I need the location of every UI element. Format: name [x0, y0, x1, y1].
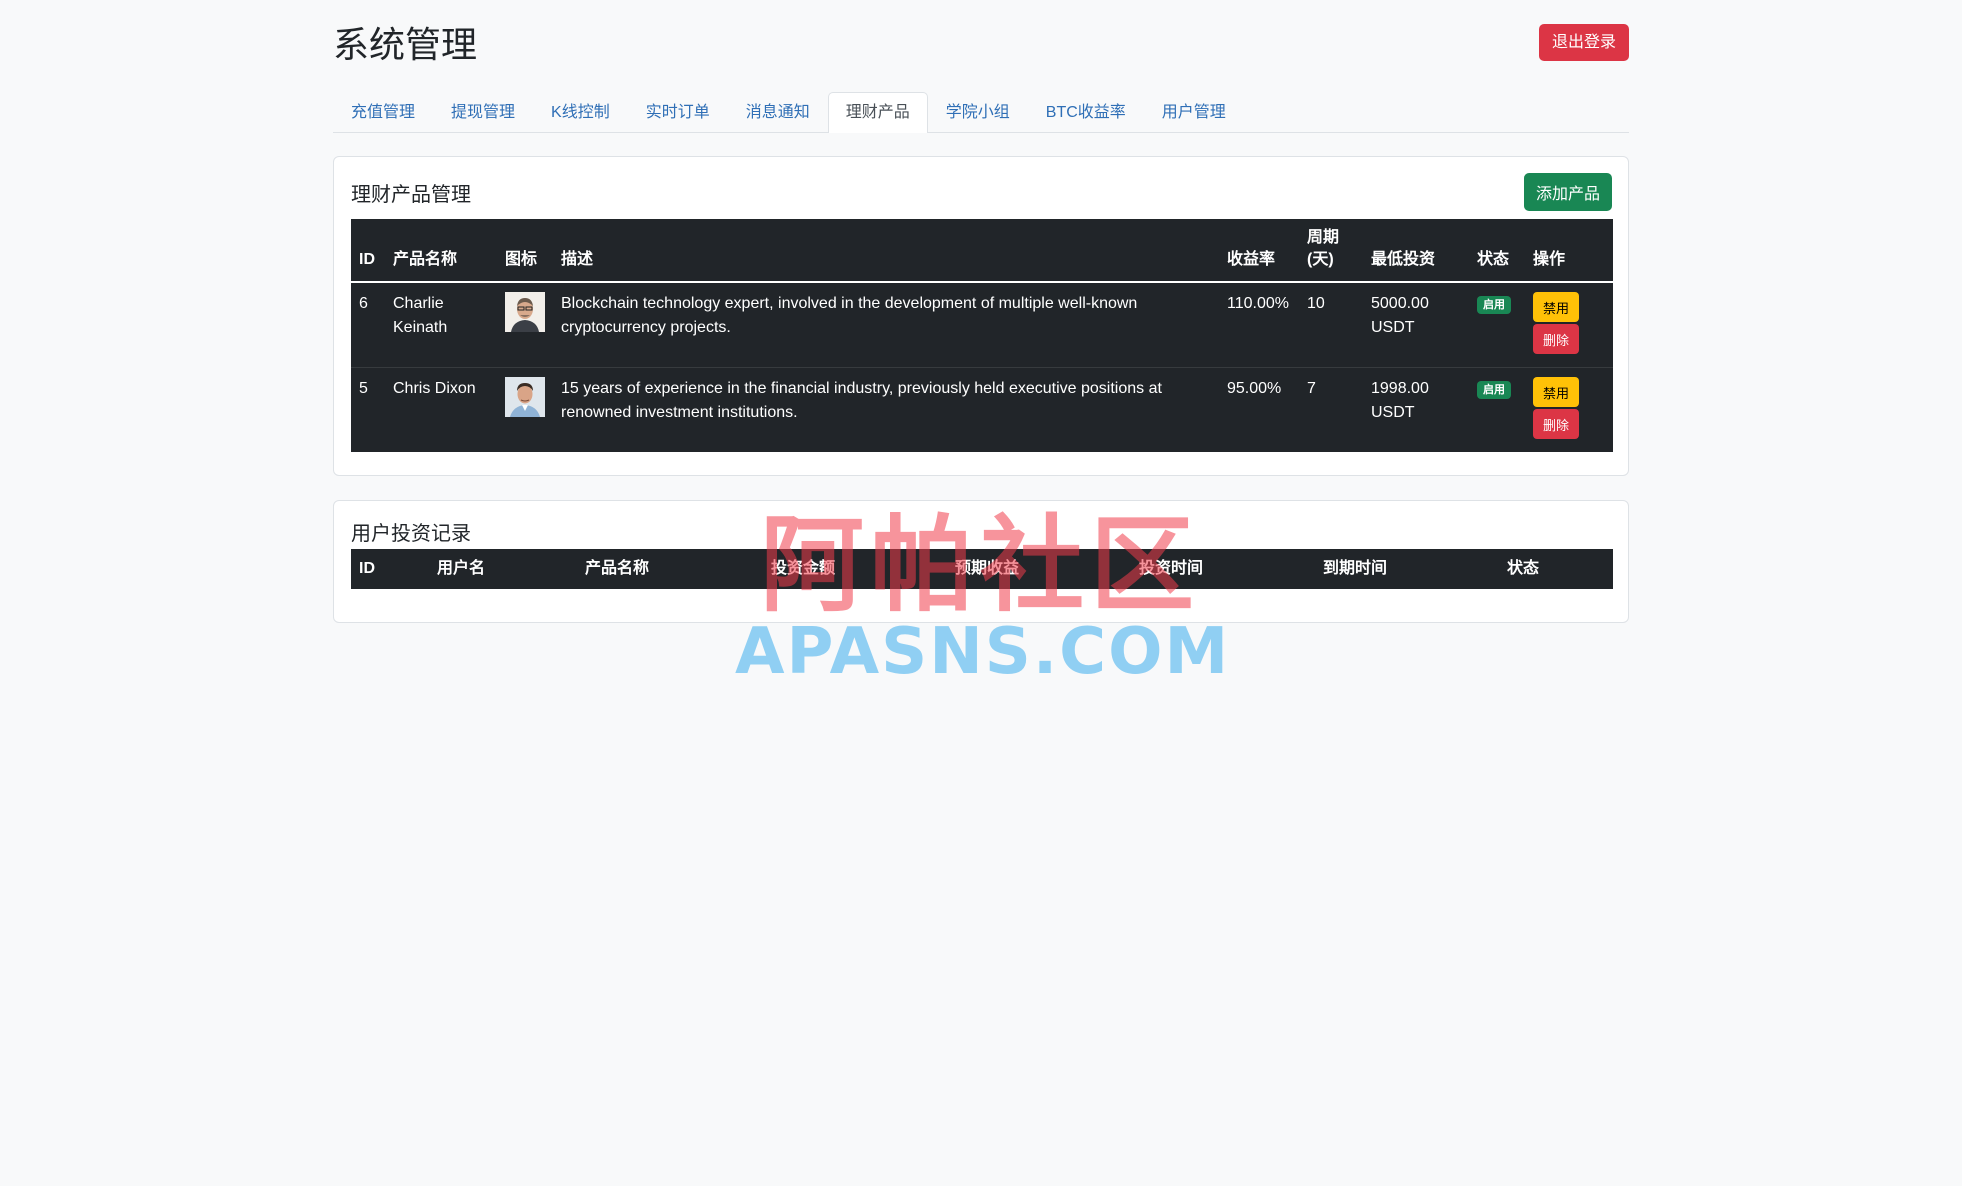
col-invest-amount: 投资金额	[771, 560, 836, 577]
tab-orders[interactable]: 实时订单	[628, 92, 728, 132]
products-title: 理财产品管理	[351, 184, 471, 206]
add-product-button[interactable]: 添加产品	[1523, 173, 1612, 211]
disable-button[interactable]: 禁用	[1533, 377, 1579, 407]
table-row: 6 Charlie Keinath Blockchain technology …	[351, 282, 1613, 368]
table-header-row: ID 产品名称 图标 描述 收益率 周期(天) 最低投资 状态 操作	[351, 219, 1613, 283]
cell-rate: 110.00%	[1219, 282, 1299, 368]
tab-kline[interactable]: K线控制	[533, 92, 628, 132]
cell-min-invest: 1998.00 USDT	[1371, 380, 1429, 421]
nav-tabs: 充值管理 提现管理 K线控制 实时订单 消息通知 理财产品 学院小组 BTC收益…	[333, 92, 1629, 133]
tab-users[interactable]: 用户管理	[1144, 92, 1244, 132]
tab-recharge[interactable]: 充值管理	[333, 92, 433, 132]
delete-button[interactable]: 删除	[1533, 409, 1579, 439]
header: 系统管理 退出登录	[333, 0, 1629, 92]
tab-withdraw[interactable]: 提现管理	[433, 92, 533, 132]
tab-academy[interactable]: 学院小组	[928, 92, 1028, 132]
status-badge: 启用	[1477, 296, 1511, 314]
col-rate: 收益率	[1219, 219, 1299, 283]
records-title: 用户投资记录	[351, 523, 471, 545]
col-invest-time: 投资时间	[1139, 560, 1204, 577]
col-expire-time: 到期时间	[1323, 560, 1388, 577]
col-status: 状态	[1507, 560, 1540, 577]
cell-icon	[497, 282, 553, 368]
cell-name: Charlie Keinath	[385, 282, 497, 368]
cell-status: 启用	[1469, 282, 1525, 368]
tab-notifications[interactable]: 消息通知	[728, 92, 828, 132]
person-photo-icon	[505, 292, 545, 332]
records-card: 用户投资记录 ID 用户名 产品名称 投资金额 预期收益 投资时间 到期时间 状…	[333, 500, 1629, 623]
col-id: ID	[351, 219, 385, 283]
table-header-row: ID 用户名 产品名称 投资金额 预期收益 投资时间 到期时间 状态	[351, 549, 1613, 589]
cell-rate: 95.00%	[1227, 380, 1282, 397]
products-table: ID 产品名称 图标 描述 收益率 周期(天) 最低投资 状态 操作 6 Cha…	[351, 219, 1613, 452]
delete-button[interactable]: 删除	[1533, 324, 1579, 354]
cell-status: 启用	[1469, 368, 1525, 453]
disable-button[interactable]: 禁用	[1533, 292, 1579, 322]
col-actions: 操作	[1525, 219, 1613, 283]
person-photo-icon	[505, 377, 545, 417]
col-period: 周期(天)	[1299, 219, 1363, 283]
col-desc: 描述	[553, 219, 1219, 283]
col-product-name: 产品名称	[585, 560, 650, 577]
cell-period: 10	[1299, 282, 1363, 368]
cell-actions: 禁用 删除	[1525, 368, 1613, 453]
tab-products[interactable]: 理财产品	[827, 92, 928, 133]
main-container: 系统管理 退出登录 充值管理 提现管理 K线控制 实时订单 消息通知 理财产品 …	[333, 0, 1629, 623]
cell-min-invest: 5000.00 USDT	[1363, 282, 1469, 368]
tab-btc-rate[interactable]: BTC收益率	[1028, 92, 1144, 132]
cell-description: Blockchain technology expert, involved i…	[553, 282, 1219, 368]
page-title: 系统管理	[333, 24, 478, 65]
col-expected-return: 预期收益	[955, 560, 1020, 577]
products-card: 理财产品管理 添加产品 ID 产品名称 图标 描述 收益率 周期(天) 最低投资…	[333, 156, 1629, 476]
col-username: 用户名	[437, 560, 486, 577]
status-badge: 启用	[1477, 381, 1511, 399]
cell-actions: 禁用 删除	[1525, 282, 1613, 368]
col-name: 产品名称	[385, 219, 497, 283]
table-row: 5 Chris Dixon 15 years of experience in …	[351, 368, 1613, 453]
col-id: ID	[359, 560, 375, 577]
cell-id: 6	[351, 282, 385, 368]
cell-name: Chris Dixon	[393, 380, 476, 397]
col-min-invest: 最低投资	[1363, 219, 1469, 283]
col-status: 状态	[1469, 219, 1525, 283]
cell-id: 5	[359, 380, 368, 397]
cell-icon	[497, 368, 553, 453]
logout-button[interactable]: 退出登录	[1538, 24, 1629, 61]
watermark-en: APASNS.COM	[735, 615, 1231, 689]
col-icon: 图标	[497, 219, 553, 283]
cell-description: 15 years of experience in the financial …	[561, 380, 1162, 421]
records-table: ID 用户名 产品名称 投资金额 预期收益 投资时间 到期时间 状态	[351, 549, 1613, 589]
cell-period: 7	[1307, 380, 1316, 397]
